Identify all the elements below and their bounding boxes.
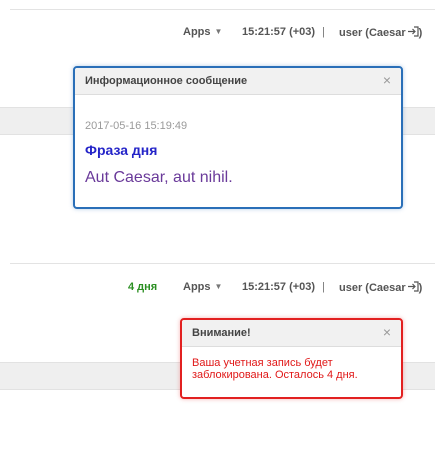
warning-message: Ваша учетная запись будет заблокирована.… — [192, 357, 358, 381]
user-logout-link[interactable]: user (Caesar ) — [339, 26, 422, 39]
apps-label: Apps — [183, 281, 211, 293]
separator: | — [322, 281, 325, 293]
header-bar-2: 4 дня Apps ▼ 15:21:57 (+03) | user (Caesa… — [0, 281, 435, 301]
caret-down-icon: ▼ — [214, 27, 223, 36]
user-logout-link-2[interactable]: user (Caesar ) — [339, 281, 422, 294]
clock-2: 15:21:57 (+03) | — [242, 281, 329, 293]
logout-icon — [407, 26, 419, 39]
caret-down-icon: ▼ — [214, 282, 223, 291]
apps-menu-2[interactable]: Apps ▼ — [183, 281, 222, 293]
warning-dialog: Внимание! × Ваша учетная запись будет за… — [180, 318, 403, 399]
dialog-title: Внимание! — [192, 327, 251, 339]
close-icon[interactable]: × — [383, 324, 391, 340]
header-top-border — [10, 9, 435, 10]
apps-label: Apps — [183, 26, 211, 38]
phrase-heading: Фраза дня — [85, 142, 158, 158]
dialog-header: Информационное сообщение × — [75, 68, 401, 95]
clock-time: 15:21:57 (+03) — [242, 281, 316, 293]
header-top-border-2 — [10, 263, 435, 264]
dialog-header: Внимание! × — [182, 320, 401, 347]
user-label: user (Caesar — [339, 27, 406, 39]
message-date: 2017-05-16 15:19:49 — [85, 120, 188, 132]
user-label: user (Caesar — [339, 282, 406, 294]
info-message-dialog: Информационное сообщение × 2017-05-16 15… — [73, 66, 403, 209]
phrase-quote: Aut Caesar, aut nihil. — [85, 169, 233, 186]
clock-time: 15:21:57 (+03) — [242, 26, 316, 38]
days-left-indicator: 4 дня — [128, 281, 158, 293]
dialog-title: Информационное сообщение — [85, 75, 248, 87]
close-icon[interactable]: × — [383, 72, 391, 88]
separator: | — [322, 26, 325, 38]
logout-icon — [407, 281, 419, 294]
header-bar-1: Apps ▼ 15:21:57 (+03) | user (Caesar ) — [0, 26, 435, 46]
apps-menu[interactable]: Apps ▼ — [183, 26, 222, 38]
clock: 15:21:57 (+03) | — [242, 26, 329, 38]
